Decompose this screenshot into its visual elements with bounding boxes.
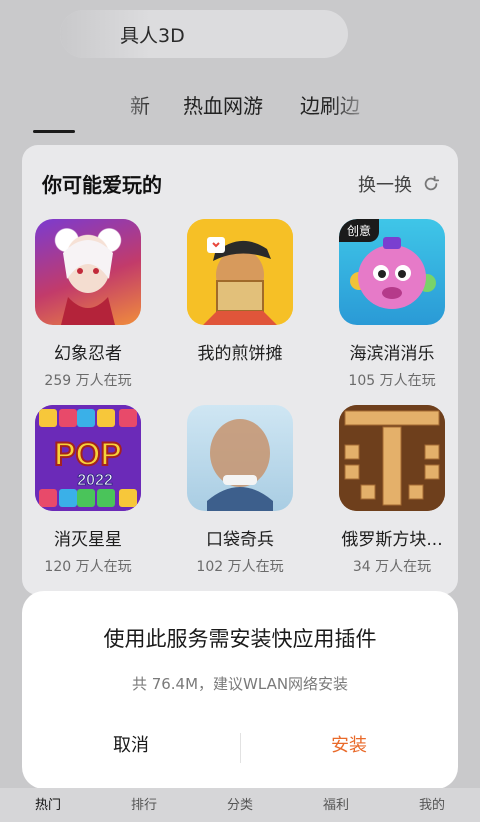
game-plays: 34 万人在玩	[352, 559, 432, 575]
game-item[interactable]: 我的煎饼摊	[180, 219, 300, 370]
pink-octopus-icon: 创意	[339, 219, 445, 325]
ninja-girl-icon	[35, 219, 141, 325]
tab-hot-online[interactable]: 热血网游	[183, 90, 263, 119]
refresh-icon	[424, 175, 440, 191]
search-text: 具人3D	[120, 24, 185, 47]
game-name: 消灭星星	[54, 530, 122, 550]
refresh-label: 换一换	[358, 175, 412, 196]
game-name: 我的煎饼摊	[197, 344, 283, 364]
nav-mine[interactable]: 我的	[384, 788, 480, 822]
tabs-fade-right	[330, 88, 390, 124]
game-plays: 102 万人在玩	[196, 559, 284, 575]
game-plays: 120 万人在玩	[44, 559, 132, 575]
tabs-fade-left	[95, 88, 155, 124]
game-plays: 259 万人在玩	[44, 373, 132, 389]
pancake-stall-icon	[187, 219, 293, 325]
game-name: 口袋奇兵	[206, 530, 274, 550]
game-item[interactable]: 俄罗斯方块... 34 万人在玩	[332, 405, 452, 576]
nav-welfare[interactable]: 福利	[288, 788, 384, 822]
bottom-nav: 热门 排行 分类 福利 我的	[0, 788, 480, 822]
category-tabs: 新 热血网游 边刷边	[0, 90, 480, 130]
recommend-title: 你可能爱玩的	[42, 173, 162, 197]
tab-active-indicator	[33, 130, 75, 133]
nav-category[interactable]: 分类	[192, 788, 288, 822]
nav-hot[interactable]: 热门	[0, 788, 96, 822]
cancel-button[interactable]: 取消	[22, 731, 240, 757]
install-plugin-dialog: 使用此服务需安装快应用插件 共 76.4M，建议WLAN网络安装 取消 安装	[22, 591, 458, 789]
install-button[interactable]: 安装	[240, 731, 458, 757]
svg-text:POP: POP	[54, 436, 122, 472]
game-name: 幻象忍者	[54, 344, 122, 364]
recommend-card: 你可能爱玩的 换一换 幻象忍者 259 万人在玩 我的煎饼摊 创意 海滨消消乐 …	[22, 145, 458, 595]
game-badge: 创意	[339, 219, 380, 242]
game-item[interactable]: 创意 海滨消消乐 105 万人在玩	[332, 219, 452, 390]
pop-star-icon: POP 2022	[35, 405, 141, 511]
dialog-subtitle: 共 76.4M，建议WLAN网络安装	[131, 675, 349, 693]
game-name: 俄罗斯方块...	[341, 530, 443, 550]
search-bar[interactable]: 具人3D	[60, 10, 348, 58]
game-plays: 105 万人在玩	[348, 373, 436, 389]
svg-text:2022: 2022	[77, 472, 113, 489]
game-item[interactable]: 口袋奇兵 102 万人在玩	[180, 405, 300, 576]
dialog-title: 使用此服务需安装快应用插件	[103, 627, 377, 651]
nav-ranking[interactable]: 排行	[96, 788, 192, 822]
pocket-soldier-icon	[187, 405, 293, 511]
game-name: 海滨消消乐	[349, 344, 435, 364]
refresh-button[interactable]: 换一换	[358, 171, 440, 197]
wood-block-icon	[339, 405, 445, 511]
game-item[interactable]: 幻象忍者 259 万人在玩	[28, 219, 148, 390]
game-item[interactable]: POP 2022 消灭星星 120 万人在玩	[28, 405, 148, 576]
